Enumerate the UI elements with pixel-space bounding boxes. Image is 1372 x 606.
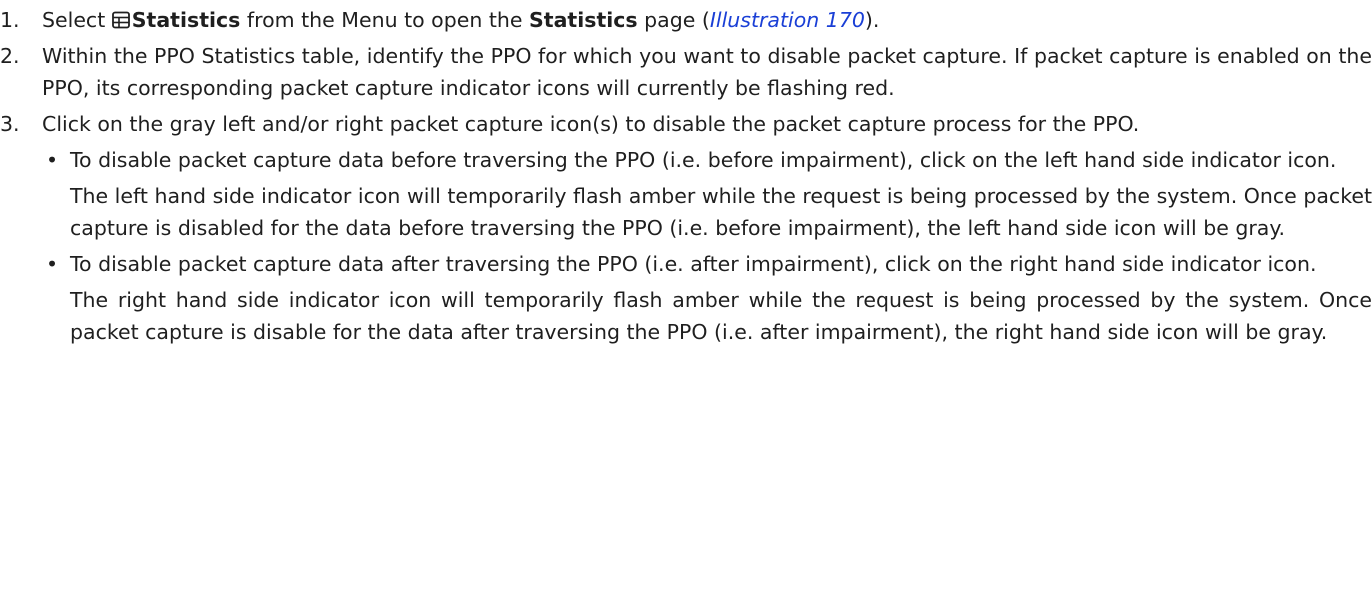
sub-steps: • To disable packet capture data before … (42, 144, 1372, 348)
sub-step-left-icon: • To disable packet capture data before … (42, 144, 1372, 244)
bullet: • (46, 252, 59, 276)
step-number: 1. (0, 8, 20, 32)
step-2: 2. Within the PPO Statistics table, iden… (0, 40, 1372, 104)
step-1: 1. Select Statistics from the Menu to op… (0, 4, 1372, 36)
step-text: Within the PPO Statistics table, identif… (42, 44, 1372, 100)
sub-step-right-icon: • To disable packet capture data after t… (42, 248, 1372, 348)
step-number: 3. (0, 112, 20, 136)
step-text-mid2: page ( (637, 8, 710, 32)
table-icon (111, 11, 130, 29)
sub-step-text: To disable packet capture data after tra… (70, 252, 1317, 276)
step-number: 2. (0, 44, 20, 68)
sub-step-detail: The right hand side indicator icon will … (70, 288, 1372, 344)
step-text: Click on the gray left and/or right pack… (42, 112, 1140, 136)
step-text-mid: from the Menu to open the (240, 8, 530, 32)
step-3: 3. Click on the gray left and/or right p… (0, 108, 1372, 348)
step-text: Select Statistics from the Menu to open … (42, 4, 1372, 36)
bullet: • (46, 148, 59, 172)
sub-step-text: To disable packet capture data before tr… (70, 148, 1337, 172)
menu-item-name: Statistics (131, 8, 241, 32)
document-page: 1. Select Statistics from the Menu to op… (0, 0, 1372, 606)
step-text-pre: Select (42, 8, 112, 32)
step-text-post: ). (864, 8, 880, 32)
illustration-link[interactable]: Illustration 170 (710, 8, 865, 32)
page-name: Statistics (529, 8, 638, 32)
procedure-steps: 1. Select Statistics from the Menu to op… (0, 0, 1372, 348)
sub-step-detail: The left hand side indicator icon will t… (70, 184, 1372, 240)
